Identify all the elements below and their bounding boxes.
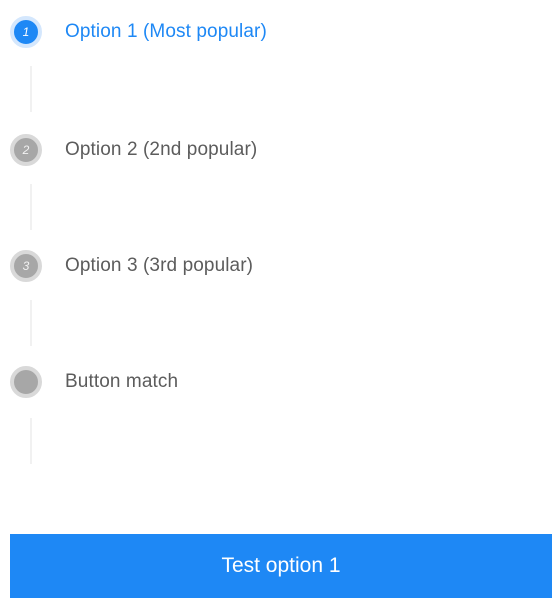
step-2-number-badge: 2 (10, 134, 42, 166)
step-4-dot (10, 366, 42, 398)
options-stepper: 1 Option 1 (Most popular) 2 Option 2 (2n… (0, 0, 552, 500)
step-option-3[interactable]: 3 Option 3 (3rd popular) (10, 248, 253, 284)
step-1-number-badge: 1 (10, 16, 42, 48)
step-option-2[interactable]: 2 Option 2 (2nd popular) (10, 132, 257, 168)
step-connector-line (30, 300, 32, 346)
test-option-button[interactable]: Test option 1 (10, 534, 552, 598)
step-option-1[interactable]: 1 Option 1 (Most popular) (10, 14, 267, 50)
step-3-number-badge: 3 (10, 250, 42, 282)
step-1-label: Option 1 (Most popular) (65, 21, 267, 42)
step-button-match[interactable]: Button match (10, 364, 178, 400)
step-4-label: Button match (65, 371, 179, 392)
step-connector-line (30, 418, 32, 464)
step-connector-line (30, 184, 32, 230)
step-3-label: Option 3 (3rd popular) (65, 255, 254, 276)
step-connector-line (30, 66, 32, 112)
step-2-label: Option 2 (2nd popular) (65, 139, 258, 160)
